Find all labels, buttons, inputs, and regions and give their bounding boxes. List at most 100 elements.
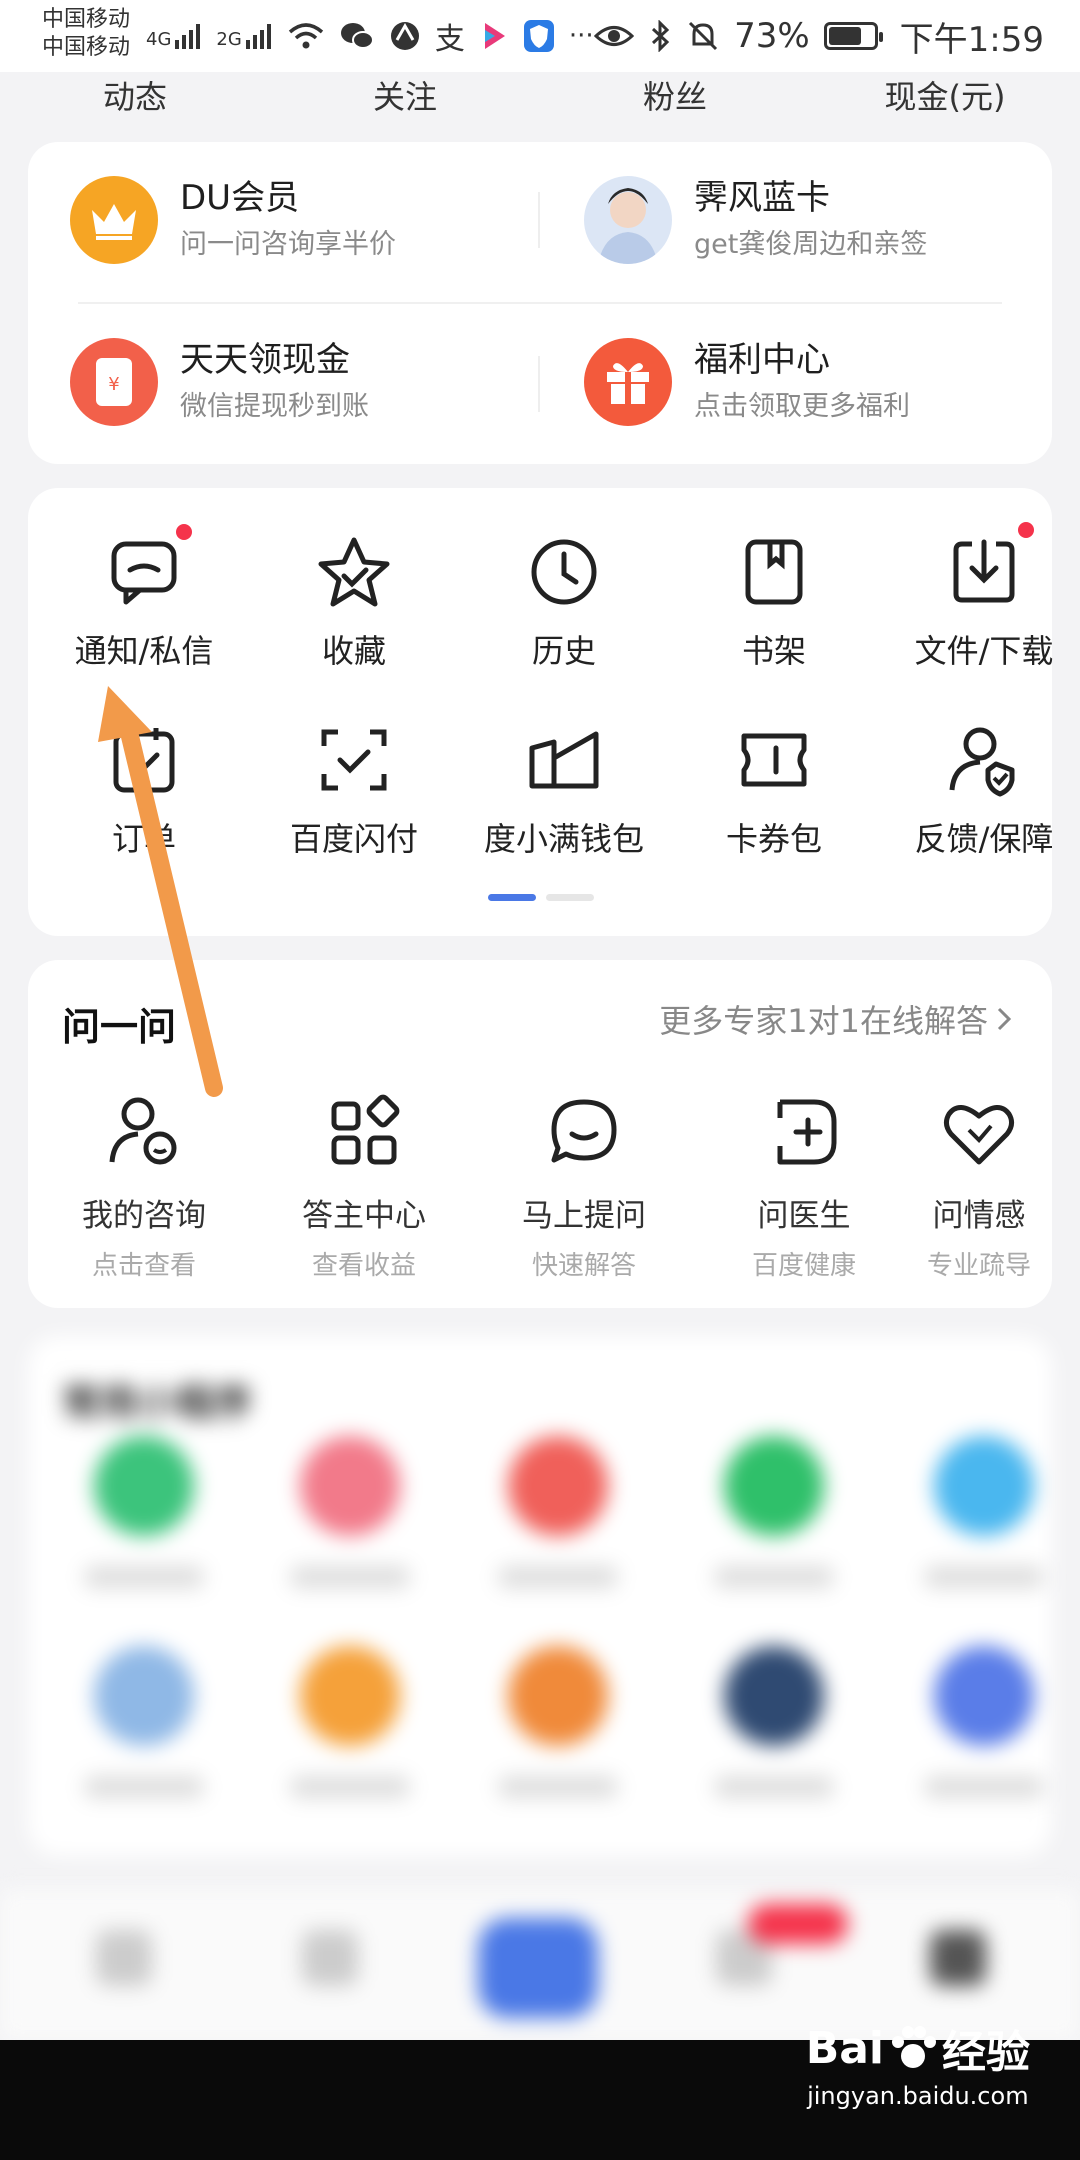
mini-program-icon[interactable] bbox=[94, 1646, 194, 1746]
tool-label: 文件/下载 bbox=[914, 632, 1054, 670]
battery-level bbox=[828, 27, 861, 45]
stat-fans[interactable]: 粉丝 bbox=[575, 72, 775, 124]
video-app-icon bbox=[484, 23, 505, 49]
stat-cash[interactable]: 现金(元) bbox=[845, 72, 1045, 124]
ask-label: 我的咨询 bbox=[82, 1198, 206, 1234]
mini-program-label bbox=[714, 1776, 834, 1798]
tool-label: 收藏 bbox=[321, 632, 386, 670]
page-indicator bbox=[488, 894, 594, 901]
tool-label: 度小满钱包 bbox=[483, 820, 644, 858]
clock-time: 下午1:59 bbox=[899, 19, 1044, 60]
ask-sub: 查看收益 bbox=[311, 1251, 416, 1281]
nav-video-icon[interactable] bbox=[302, 1930, 358, 1986]
tool-notifications[interactable]: 通知/私信 bbox=[44, 524, 244, 672]
status-bar: 中国移动 中国移动 4G 2G 支 ··· 73% 下午1:59 bbox=[0, 0, 1080, 72]
nav-baidu-icon[interactable] bbox=[478, 1918, 598, 2018]
service-daily-cash[interactable]: ¥ 天天领现金 微信提现秒到账 bbox=[70, 338, 369, 426]
tool-label: 百度闪付 bbox=[289, 820, 418, 858]
tool-label: 通知/私信 bbox=[74, 632, 214, 670]
ask-sub: 快速解答 bbox=[531, 1251, 636, 1281]
doctor-icon bbox=[777, 1099, 837, 1165]
watermark-logo: Bai 经验 bbox=[806, 2016, 1030, 2080]
tools-card: 通知/私信 收藏 历史 书架 文件/下载 订单 百度闪付 度小满钱包 卡券包 反… bbox=[28, 488, 1053, 936]
mini-program-label bbox=[84, 1776, 204, 1798]
service-title: 霁风蓝卡 bbox=[694, 178, 830, 218]
nav-badge bbox=[748, 1904, 848, 1944]
mini-program-icon[interactable] bbox=[724, 1436, 824, 1536]
services-card: DU会员问一问咨询享半价 霁风蓝卡 get龚俊周边和亲签 ¥ 天天领现金 微信提现秒… bbox=[28, 142, 1052, 464]
profile-stats: 动态 关注 粉丝 现金(元) bbox=[0, 72, 1080, 124]
tool-downloads[interactable]: 文件/下载 bbox=[884, 522, 1080, 672]
scan-pay-icon bbox=[321, 729, 387, 791]
carrier-1: 中国移动 bbox=[42, 7, 131, 32]
tool-favorites[interactable]: 收藏 bbox=[254, 532, 454, 672]
tool-coupons[interactable]: 卡券包 bbox=[674, 720, 874, 860]
divider bbox=[538, 356, 540, 412]
tool-quick-pay[interactable]: 百度闪付 bbox=[254, 720, 454, 860]
tool-bookshelf[interactable]: 书架 bbox=[674, 532, 874, 672]
status-icons: 4G 2G 支 ··· bbox=[146, 10, 594, 62]
mini-program-icon[interactable] bbox=[934, 1646, 1034, 1746]
nav-profile-icon[interactable] bbox=[930, 1930, 986, 1986]
ask-my-consult[interactable]: 我的咨询 点击查看 bbox=[34, 1092, 254, 1282]
carrier-2: 中国移动 bbox=[42, 35, 131, 60]
watermark-url: jingyan.baidu.com bbox=[807, 2082, 1029, 2110]
tool-history[interactable]: 历史 bbox=[464, 532, 664, 672]
ask-answerer-center[interactable]: 答主中心 查看收益 bbox=[254, 1092, 474, 1282]
mini-program-icon[interactable] bbox=[508, 1436, 608, 1536]
wallet-icon bbox=[529, 731, 599, 789]
consult-icon bbox=[109, 1097, 177, 1165]
watermark-brand-suffix: 经验 bbox=[942, 2027, 1030, 2078]
alipay-icon: 支 bbox=[434, 22, 465, 57]
unread-dot bbox=[1018, 522, 1034, 538]
mini-program-icon[interactable] bbox=[934, 1436, 1034, 1536]
more-status-icon: ··· bbox=[568, 21, 594, 51]
ask-emotion[interactable]: 问情感 专业疏导 bbox=[894, 1092, 1064, 1282]
mute-bell-icon bbox=[689, 21, 718, 51]
stat-dynamics[interactable]: 动态 bbox=[35, 72, 235, 124]
ask-ask-now[interactable]: 马上提问 快速解答 bbox=[474, 1092, 694, 1282]
feedback-icon bbox=[949, 727, 1015, 797]
chat-icon bbox=[551, 1099, 617, 1163]
mini-program-icon[interactable] bbox=[300, 1646, 400, 1746]
watermark: Bai 经验 jingyan.baidu.com bbox=[806, 2016, 1030, 2111]
mini-program-icon[interactable] bbox=[508, 1646, 608, 1746]
tool-label: 订单 bbox=[111, 820, 176, 858]
tool-label: 书架 bbox=[741, 632, 806, 670]
divider bbox=[538, 192, 540, 248]
mini-program-icon[interactable] bbox=[94, 1436, 194, 1536]
tool-wallet[interactable]: 度小满钱包 bbox=[464, 720, 664, 860]
tool-label: 反馈/保障 bbox=[914, 820, 1054, 858]
ask-sub: 点击查看 bbox=[91, 1251, 196, 1281]
page-indicator-inactive bbox=[546, 894, 594, 901]
nav-home-icon[interactable] bbox=[96, 1930, 152, 1986]
stat-following[interactable]: 关注 bbox=[305, 72, 505, 124]
unread-dot bbox=[176, 524, 192, 540]
mini-program-label bbox=[924, 1566, 1044, 1588]
service-subtitle: 问一问咨询享半价 bbox=[180, 229, 396, 260]
service-title: DU会员 bbox=[180, 178, 300, 218]
mini-program-label bbox=[290, 1776, 410, 1798]
bluetooth-icon bbox=[652, 20, 670, 52]
service-du-member[interactable]: DU会员问一问咨询享半价 bbox=[70, 176, 396, 264]
coupon-icon bbox=[741, 733, 807, 787]
service-welfare-center[interactable]: 福利中心 点击领取更多福利 bbox=[584, 338, 910, 426]
heart-icon bbox=[943, 1105, 1015, 1165]
service-blue-card[interactable]: 霁风蓝卡 get龚俊周边和亲签 bbox=[584, 176, 927, 264]
ask-more-link[interactable]: 更多专家1对1在线解答 bbox=[659, 996, 1014, 1042]
message-icon bbox=[111, 541, 177, 605]
status-right: 73% 下午1:59 bbox=[594, 10, 1044, 62]
mini-program-icon[interactable] bbox=[724, 1646, 824, 1746]
paw-icon bbox=[892, 2026, 936, 2068]
signal-2g-icon: 2G bbox=[216, 22, 272, 50]
chevron-right-icon bbox=[997, 1007, 1012, 1031]
order-icon bbox=[113, 728, 175, 793]
mini-program-icon[interactable] bbox=[300, 1436, 400, 1536]
ask-doctor[interactable]: 问医生 百度健康 bbox=[694, 1092, 914, 1282]
svg-text:¥: ¥ bbox=[108, 374, 119, 395]
ask-label: 问情感 bbox=[932, 1198, 1026, 1234]
tool-feedback[interactable]: 反馈/保障 bbox=[884, 720, 1080, 860]
tool-orders[interactable]: 订单 bbox=[44, 720, 244, 860]
service-title: 天天领现金 bbox=[180, 340, 350, 380]
bookshelf-icon bbox=[745, 539, 803, 605]
